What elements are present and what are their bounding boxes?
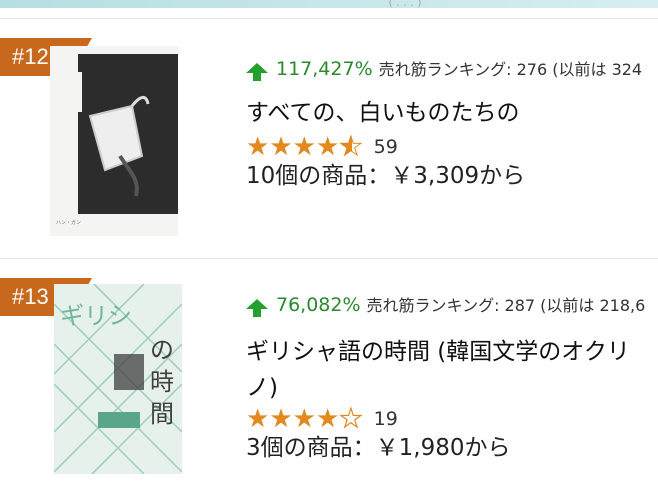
rank-text: 売れ筋ランキング: 287 (以前は 218,6 [366, 296, 646, 315]
up-arrow-icon [246, 63, 268, 81]
change-percent: 117,427% [276, 58, 373, 80]
svg-text:ギリシ: ギリシ [60, 302, 132, 330]
offers-link[interactable]: 3個の商品：￥1,980から [246, 428, 510, 462]
svg-text:ハン・ガン: ハン・ガン [56, 219, 81, 226]
divider [0, 258, 658, 259]
offers-link[interactable]: 10個の商品：￥3,309から [246, 156, 525, 190]
book-cover-art: ギリシ の 時 間 [54, 284, 182, 474]
change-percent: 76,082% [276, 294, 361, 316]
top-fade-text: ( . . . ) [388, 0, 422, 9]
product-title[interactable]: すべての、白いものたちの [246, 93, 519, 127]
book-cover-art: ハン・ガン [50, 46, 178, 236]
svg-text:時: 時 [150, 368, 174, 396]
product-title-line1[interactable]: ギリシャ語の時間 (韓国文学のオクリ [246, 332, 630, 366]
rank-text: 売れ筋ランキング: 276 (以前は 324 [378, 60, 643, 79]
divider [0, 18, 658, 19]
svg-text:の: の [150, 336, 174, 364]
review-count[interactable]: 19 [374, 408, 398, 430]
rank-info: 76,082% 売れ筋ランキング: 287 (以前は 218,6 [246, 292, 646, 317]
up-arrow-icon [246, 299, 268, 317]
product-title-line2[interactable]: ノ) [246, 368, 278, 402]
book-cover[interactable]: ハン・ガン [50, 46, 178, 236]
top-strip [0, 0, 658, 8]
book-cover[interactable]: ギリシ の 時 間 [54, 284, 182, 474]
review-count[interactable]: 59 [374, 136, 398, 158]
svg-text:間: 間 [150, 400, 174, 428]
rank-info: 117,427% 売れ筋ランキング: 276 (以前は 324 [246, 56, 643, 81]
